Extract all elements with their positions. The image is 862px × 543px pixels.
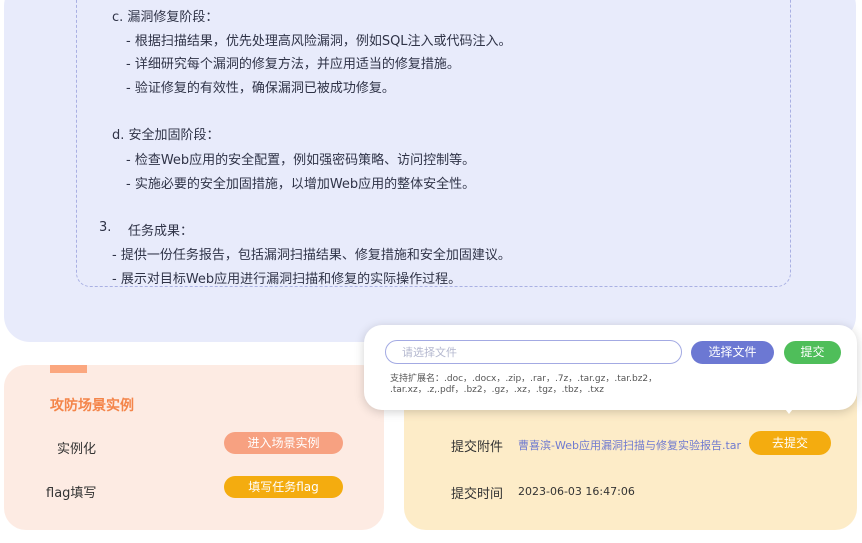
task-description-text: c. 漏洞修复阶段： - 根据扫描结果，优先处理高风险漏洞，例如SQL注入或代码… bbox=[0, 0, 862, 300]
task-line: - 提供一份任务报告，包括漏洞扫描结果、修复措施和安全加固建议。 bbox=[112, 248, 511, 263]
task-line: - 详细研究每个漏洞的修复方法，并应用适当的修复措施。 bbox=[126, 57, 460, 72]
attachment-label: 提交附件 bbox=[451, 440, 504, 455]
fill-flag-button[interactable]: 填写任务flag bbox=[224, 476, 343, 498]
instance-label: 实例化 bbox=[57, 442, 97, 457]
supported-extensions-line: 支持扩展名：.doc，.docx，.zip，.rar，.7z，.tar.gz，.… bbox=[390, 374, 658, 384]
supported-extensions: 支持扩展名：.doc，.docx，.zip，.rar，.7z，.tar.gz，.… bbox=[390, 374, 680, 396]
task-line: - 展示对目标Web应用进行漏洞扫描和修复的实际操作过程。 bbox=[112, 272, 462, 287]
submit-time-label: 提交时间 bbox=[451, 487, 504, 502]
task-section-number: 3. bbox=[99, 220, 112, 235]
task-line: - 验证修复的有效性，确保漏洞已被成功修复。 bbox=[126, 81, 395, 96]
upload-popover bbox=[364, 325, 857, 410]
attachment-file-link[interactable]: 曹喜滨-Web应用漏洞扫描与修复实验报告.tar bbox=[518, 437, 741, 453]
file-select-input[interactable] bbox=[385, 340, 682, 364]
supported-extensions-line: .tar.xz，.z,.pdf，.bz2，.gz，.xz，.tgz，.tbz，.… bbox=[390, 385, 604, 395]
flag-label: flag填写 bbox=[46, 486, 97, 501]
go-submit-button[interactable]: 去提交 bbox=[749, 431, 831, 455]
choose-file-button[interactable]: 选择文件 bbox=[691, 341, 774, 364]
task-section-heading: 任务成果： bbox=[128, 224, 194, 239]
task-line: c. 漏洞修复阶段： bbox=[112, 10, 219, 25]
task-line: - 根据扫描结果，优先处理高风险漏洞，例如SQL注入或代码注入。 bbox=[126, 34, 512, 49]
task-line: - 实施必要的安全加固措施，以增加Web应用的整体安全性。 bbox=[126, 177, 476, 192]
scene-card-tab-marker bbox=[50, 365, 87, 373]
submit-time-value: 2023-06-03 16:47:06 bbox=[518, 485, 635, 498]
upload-submit-button[interactable]: 提交 bbox=[784, 341, 841, 364]
upload-popover-arrow bbox=[782, 405, 796, 414]
task-line: d. 安全加固阶段： bbox=[112, 128, 220, 143]
task-line: - 检查Web应用的安全配置，例如强密码策略、访问控制等。 bbox=[126, 153, 476, 168]
scene-card-title: 攻防场景实例 bbox=[50, 398, 134, 414]
enter-scene-button[interactable]: 进入场景实例 bbox=[224, 432, 343, 454]
